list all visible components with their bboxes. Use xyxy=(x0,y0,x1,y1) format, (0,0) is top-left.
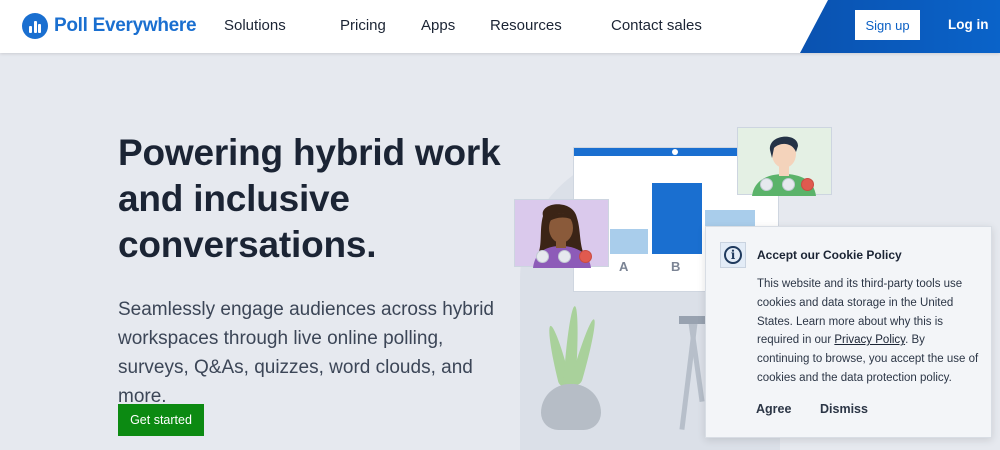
cookie-policy-dialog: i Accept our Cookie Policy This website … xyxy=(705,226,992,438)
top-navigation: Poll Everywhere Solutions Pricing Apps R… xyxy=(0,0,1000,53)
dismiss-button[interactable]: Dismiss xyxy=(820,402,868,416)
stand-top xyxy=(679,316,707,324)
cookie-dialog-title: Accept our Cookie Policy xyxy=(757,248,902,262)
nav-link-pricing[interactable]: Pricing xyxy=(340,17,386,34)
plant-pot xyxy=(541,384,601,430)
microphone-toggle-icon xyxy=(782,178,795,191)
bar-b xyxy=(652,183,702,254)
camera-toggle-icon xyxy=(536,250,549,263)
get-started-button[interactable]: Get started xyxy=(118,404,204,436)
camera-toggle-icon xyxy=(760,178,773,191)
end-call-icon xyxy=(579,250,592,263)
nav-link-contact-sales[interactable]: Contact sales xyxy=(611,17,702,34)
hero-subtext: Seamlessly engage audiences across hybri… xyxy=(118,299,494,407)
bar-a xyxy=(610,229,648,254)
log-in-link[interactable]: Log in xyxy=(948,17,989,32)
hero-headline: Powering hybrid work and inclusive conve… xyxy=(118,132,501,265)
screen-logo-icon xyxy=(672,149,678,155)
poll-logo-icon xyxy=(22,13,48,39)
bar-label-b: B xyxy=(671,259,681,274)
microphone-toggle-icon xyxy=(558,250,571,263)
nav-link-resources[interactable]: Resources xyxy=(490,17,562,34)
cookie-dialog-text: This website and its third-party tools u… xyxy=(757,275,979,388)
agree-button[interactable]: Agree xyxy=(756,402,791,416)
end-call-icon xyxy=(801,178,814,191)
bar-label-a: A xyxy=(619,259,629,274)
nav-link-solutions[interactable]: Solutions xyxy=(224,17,286,34)
sign-up-button[interactable]: Sign up xyxy=(855,10,920,40)
video-tile-woman xyxy=(514,199,609,268)
brand-logo[interactable]: Poll Everywhere xyxy=(22,12,197,40)
privacy-policy-link[interactable]: Privacy Policy xyxy=(834,334,905,346)
video-tile-man xyxy=(737,127,832,196)
info-icon: i xyxy=(720,242,746,268)
nav-link-apps[interactable]: Apps xyxy=(421,17,455,34)
brand-name: Poll Everywhere xyxy=(54,15,197,36)
